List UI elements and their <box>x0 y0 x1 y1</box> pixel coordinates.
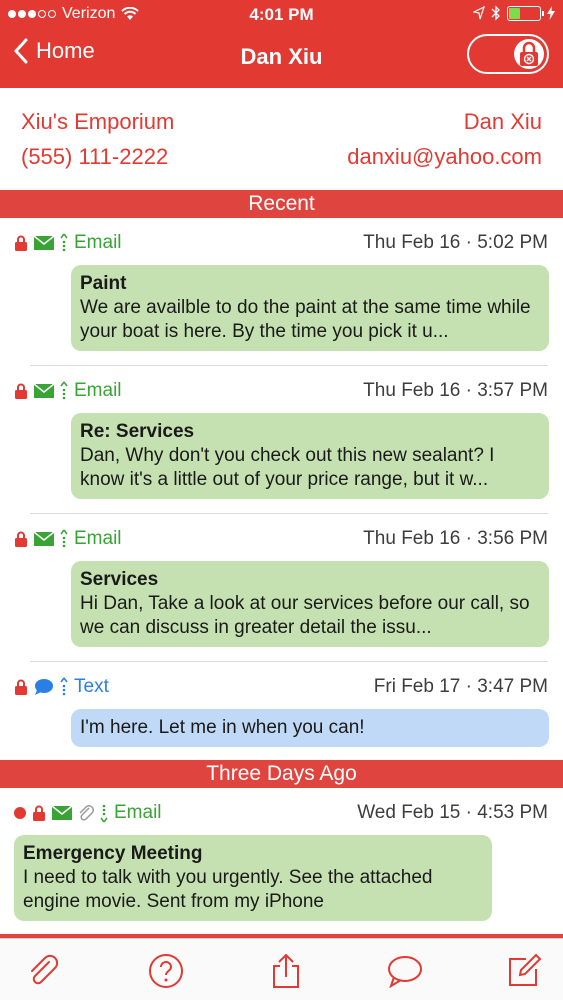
message-subject: Services <box>80 569 159 590</box>
message-bubble[interactable]: Re: Services Dan, Why don't you check ou… <box>71 413 549 499</box>
thread-arrows-icon <box>60 381 68 400</box>
lock-icon <box>15 531 27 547</box>
message-bubble[interactable]: Services Hi Dan, Take a look at our serv… <box>71 561 549 647</box>
section-header-recent: Recent <box>0 190 563 218</box>
divider <box>30 513 548 514</box>
message-subject: Re: Services <box>80 421 195 442</box>
thread-arrows-icon <box>60 677 68 696</box>
contact-company[interactable]: Xiu's Emporium <box>21 109 174 135</box>
message-date: Thu Feb 16 · 3:56 PM <box>363 528 548 549</box>
message-body: Dan, Why don't you check out this new se… <box>80 445 495 490</box>
divider <box>30 365 548 366</box>
help-button[interactable] <box>148 953 184 989</box>
back-button[interactable]: Home <box>14 38 95 64</box>
location-icon <box>473 6 485 20</box>
thread-arrows-icon <box>60 233 68 252</box>
contact-phone[interactable]: (555) 111-2222 <box>21 144 168 170</box>
lock-knob <box>514 39 544 69</box>
message-subject: Paint <box>80 273 127 294</box>
message-body: I'm here. Let me in when you can! <box>80 717 365 738</box>
envelope-icon <box>34 532 54 546</box>
message-date: Thu Feb 16 · 5:02 PM <box>363 232 548 253</box>
envelope-icon <box>52 806 72 820</box>
envelope-icon <box>34 384 54 398</box>
message-meta: Text <box>14 674 109 700</box>
message-type: Email <box>74 232 122 253</box>
attach-button[interactable] <box>26 953 62 989</box>
message-type: Email <box>114 802 162 823</box>
message-date: Thu Feb 16 · 3:57 PM <box>363 380 548 401</box>
message-type: Text <box>74 676 109 697</box>
bluetooth-icon <box>491 5 500 21</box>
message-item[interactable]: Email Thu Feb 16 · 5:02 PM Paint We are … <box>0 230 563 360</box>
message-meta: Email <box>14 230 122 256</box>
message-item[interactable]: Email Wed Feb 15 · 4:53 PM Emergency Mee… <box>0 800 563 930</box>
message-date: Fri Feb 17 · 3:47 PM <box>373 676 548 697</box>
charging-icon <box>547 6 555 20</box>
envelope-icon <box>34 236 54 250</box>
help-icon <box>149 954 183 988</box>
message-body: I need to talk with you urgently. See th… <box>23 867 433 912</box>
thread-arrows-icon <box>60 529 68 548</box>
bottom-toolbar <box>0 938 563 1000</box>
lock-icon <box>33 805 45 821</box>
battery-icon <box>507 5 544 21</box>
paperclip-icon <box>79 805 94 821</box>
contact-card: Xiu's Emporium (555) 111-2222 Dan Xiu da… <box>0 88 563 190</box>
back-label: Home <box>36 38 95 63</box>
message-meta: Email <box>14 526 122 552</box>
lock-x-icon <box>520 41 538 66</box>
compose-button[interactable] <box>506 953 542 989</box>
message-type: Email <box>74 380 122 401</box>
contact-email[interactable]: danxiu@yahoo.com <box>347 144 542 170</box>
divider <box>30 661 548 662</box>
message-subject: Emergency Meeting <box>23 843 203 864</box>
message-item[interactable]: Email Thu Feb 16 · 3:57 PM Re: Services … <box>0 378 563 508</box>
message-item[interactable]: Text Fri Feb 17 · 3:47 PM I'm here. Let … <box>0 674 563 754</box>
status-right <box>473 5 555 21</box>
message-date: Wed Feb 15 · 4:53 PM <box>357 802 548 823</box>
share-icon <box>273 953 299 988</box>
message-item[interactable]: Email Thu Feb 16 · 3:56 PM Services Hi D… <box>0 526 563 656</box>
page-title: Dan Xiu <box>240 44 323 69</box>
paperclip-icon <box>31 954 59 985</box>
lock-icon <box>15 235 27 251</box>
lock-toggle[interactable] <box>467 34 549 74</box>
status-bar: Verizon 4:01 PM <box>0 0 563 30</box>
header: Verizon 4:01 PM Home Dan Xiu <box>0 0 563 88</box>
share-button[interactable] <box>268 953 304 989</box>
contact-name[interactable]: Dan Xiu <box>464 109 542 135</box>
message-bubble[interactable]: Emergency Meeting I need to talk with yo… <box>14 835 492 921</box>
chevron-left-icon <box>14 38 28 64</box>
lock-icon <box>15 383 27 399</box>
message-type: Email <box>74 528 122 549</box>
message-meta: Email <box>14 800 162 826</box>
chat-bubble-icon <box>35 679 53 695</box>
message-body: Hi Dan, Take a look at our services befo… <box>80 593 530 638</box>
unread-dot-icon <box>14 807 26 819</box>
message-meta: Email <box>14 378 122 404</box>
thread-arrows-icon <box>100 804 108 823</box>
message-body: We are availble to do the paint at the s… <box>80 297 531 342</box>
message-bubble[interactable]: I'm here. Let me in when you can! <box>71 709 549 747</box>
lock-icon <box>15 679 27 695</box>
section-header-three-days-ago: Three Days Ago <box>0 760 563 788</box>
compose-icon <box>509 953 542 986</box>
comment-icon <box>388 956 422 988</box>
comment-button[interactable] <box>387 953 423 989</box>
message-bubble[interactable]: Paint We are availble to do the paint at… <box>71 265 549 351</box>
